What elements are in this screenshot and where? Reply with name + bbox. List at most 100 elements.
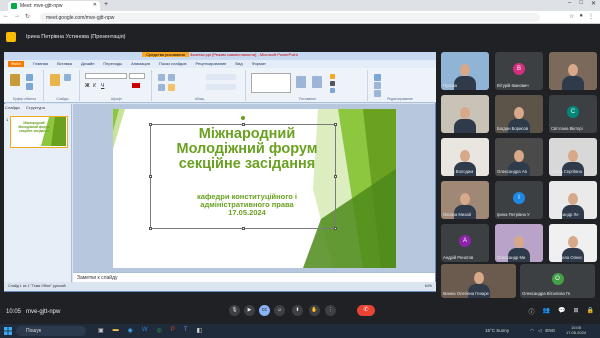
tab-transitions[interactable]: Переходы <box>103 61 122 67</box>
shape-outline-icon[interactable] <box>330 81 335 86</box>
tab-animation[interactable]: Анимация <box>131 61 150 67</box>
minimize-button[interactable]: – <box>568 0 571 7</box>
resize-handle[interactable] <box>334 175 337 178</box>
cut-icon[interactable] <box>26 74 33 81</box>
align-center-icon[interactable] <box>168 84 175 91</box>
more-options-icon[interactable]: ⋮ <box>325 305 336 316</box>
notes-field[interactable]: Заметки к слайду <box>73 272 435 282</box>
present-icon[interactable]: ⬆ <box>292 305 303 316</box>
new-tab-button[interactable]: + <box>104 1 108 8</box>
shape-fill-icon[interactable] <box>330 74 335 79</box>
windows-start-icon[interactable] <box>4 327 12 335</box>
replace-icon[interactable] <box>374 82 381 89</box>
tab-format[interactable]: Формат <box>252 61 266 67</box>
font-size-select[interactable] <box>129 73 145 79</box>
camera-icon[interactable]: ▶ <box>244 305 255 316</box>
wifi-icon[interactable]: ◠ <box>530 328 534 334</box>
resize-handle[interactable] <box>334 227 337 230</box>
chrome-icon[interactable]: ◎ <box>157 327 162 334</box>
info-icon[interactable]: ⓘ <box>529 307 535 316</box>
teams-icon[interactable]: T <box>184 327 188 334</box>
end-call-button[interactable]: ✆ <box>357 305 375 316</box>
explorer-icon[interactable]: ▬ <box>113 327 119 334</box>
resize-handle[interactable] <box>149 175 152 178</box>
tab-outline[interactable]: Структура <box>26 105 45 110</box>
forward-icon[interactable]: → <box>14 13 20 20</box>
tab-insert[interactable]: Вставка <box>57 61 72 67</box>
find-icon[interactable] <box>374 74 381 81</box>
bullets-icon[interactable] <box>158 74 165 81</box>
participant-tile[interactable]: А Андрій Ренатов <box>441 224 489 262</box>
tab-slideshow[interactable]: Показ слайдов <box>159 61 187 67</box>
close-window-button[interactable]: ✕ <box>591 0 596 7</box>
back-icon[interactable]: ← <box>3 13 9 20</box>
taskbar-search[interactable]: Пошук <box>16 326 86 336</box>
emoji-icon[interactable]: ☺ <box>274 305 285 316</box>
lock-icon[interactable]: 🔒 <box>587 307 594 316</box>
taskbar-clock[interactable]: 10:05 17.05.2024 <box>566 325 586 335</box>
layout-icon[interactable] <box>64 74 71 81</box>
participant-tile[interactable]: С Світлана Вікторі <box>549 95 597 133</box>
zoom-level[interactable]: 64% <box>425 284 432 288</box>
captions-icon[interactable]: cc <box>259 305 270 316</box>
participant-tile[interactable] <box>441 95 489 133</box>
text-direction-button[interactable] <box>206 74 236 80</box>
participant-tile[interactable]: Ольга Сергіївна <box>549 138 597 176</box>
participant-tile[interactable]: В Вітурій Іванович <box>495 52 543 90</box>
word-icon[interactable]: W <box>142 327 148 334</box>
quick-styles-icon[interactable] <box>312 76 322 88</box>
tab-design[interactable]: Дизайн <box>81 61 94 67</box>
participant-tile[interactable]: Олександр Ми <box>495 224 543 262</box>
profile-icon[interactable]: ● <box>579 13 583 20</box>
paste-icon[interactable] <box>10 74 20 86</box>
resize-handle[interactable] <box>334 123 337 126</box>
hand-icon[interactable]: ✋ <box>309 305 320 316</box>
resize-handle[interactable] <box>149 227 152 230</box>
participant-tile[interactable]: Людмила Олекс <box>549 224 597 262</box>
participant-tile[interactable]: Олександра Ав <box>495 138 543 176</box>
numbering-icon[interactable] <box>168 74 175 81</box>
close-tab-icon[interactable]: ✕ <box>93 2 97 8</box>
tab-view[interactable]: Вид <box>235 61 242 67</box>
tab-review[interactable]: Рецензирование <box>196 61 227 67</box>
underline-icon[interactable]: Ч <box>101 83 104 89</box>
maximize-button[interactable]: □ <box>579 0 583 7</box>
participant-tile[interactable]: Пухова <box>441 52 489 90</box>
font-family-select[interactable] <box>85 73 127 79</box>
shapes-gallery[interactable] <box>251 73 291 93</box>
participant-tile[interactable]: Іванна Олегівна Генаре <box>441 264 516 298</box>
participant-tile[interactable]: І Ірина Петрівна У <box>495 181 543 219</box>
task-view-icon[interactable]: ▣ <box>98 327 104 334</box>
browser-tab[interactable]: Meet: mve-gjtt-npw ✕ <box>8 1 100 11</box>
participant-tile[interactable] <box>549 52 597 90</box>
tab-file[interactable]: Файл <box>8 61 24 67</box>
edge-icon[interactable]: ◉ <box>128 327 133 334</box>
rotate-handle[interactable] <box>241 116 245 120</box>
menu-icon[interactable]: ⋮ <box>588 13 594 20</box>
resize-handle[interactable] <box>242 227 245 230</box>
participant-tile[interactable]: Оксана Михай <box>441 181 489 219</box>
chat-icon[interactable]: 💬 <box>558 307 565 316</box>
participant-tile[interactable]: Антон Володим <box>441 138 489 176</box>
participant-tile[interactable]: Богдан Борисов <box>495 95 543 133</box>
volume-icon[interactable]: ◁ <box>538 328 541 334</box>
new-slide-icon[interactable] <box>50 74 60 86</box>
participant-tile[interactable]: Олександр Ле <box>549 181 597 219</box>
italic-icon[interactable]: К <box>93 83 96 89</box>
smartart-button[interactable] <box>206 84 236 90</box>
bold-icon[interactable]: Ж <box>85 83 90 89</box>
mic-icon[interactable]: 🎙 <box>229 305 240 316</box>
select-icon[interactable] <box>374 90 381 97</box>
store-icon[interactable]: ◧ <box>197 327 203 334</box>
reload-icon[interactable]: ↻ <box>25 13 30 20</box>
tab-home[interactable]: Главная <box>33 61 48 67</box>
language-indicator[interactable]: ENG <box>545 328 555 334</box>
font-color-icon[interactable] <box>132 83 140 88</box>
shape-effects-icon[interactable] <box>330 88 335 93</box>
participant-tile[interactable]: О Олександра Віталієва Ге <box>520 264 595 298</box>
activities-icon[interactable]: ⊞ <box>573 307 578 316</box>
people-icon[interactable]: 👥 <box>543 307 550 316</box>
align-left-icon[interactable] <box>158 84 165 91</box>
weather-widget[interactable]: 15°C Sunny <box>485 328 509 333</box>
powerpoint-icon[interactable]: P <box>171 327 175 334</box>
